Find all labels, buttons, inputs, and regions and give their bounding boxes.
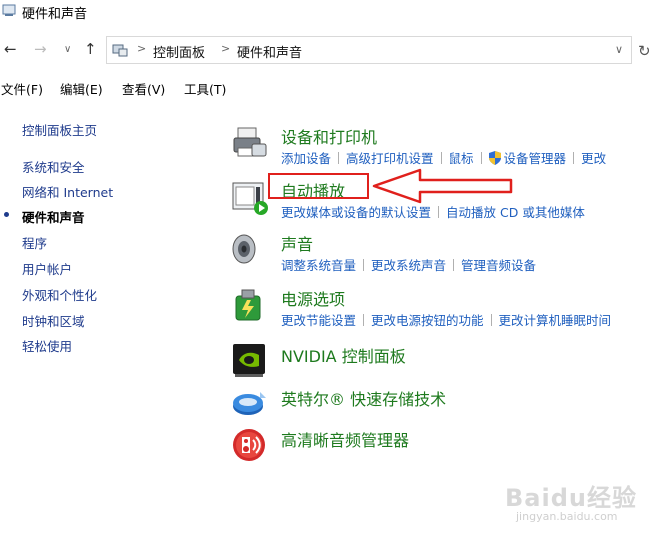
category-links: 调整系统音量 更改系统声音 管理音频设备 bbox=[281, 255, 536, 274]
link-mouse[interactable]: 鼠标 bbox=[449, 151, 474, 166]
category-links: 更改节能设置 更改电源按钮的功能 更改计算机睡眠时间 bbox=[281, 310, 611, 329]
category-title[interactable]: 设备和打印机 bbox=[281, 124, 377, 148]
link-power-saving[interactable]: 更改节能设置 bbox=[281, 313, 356, 328]
menu-edit[interactable]: 编辑(E) bbox=[60, 79, 103, 98]
uac-shield-icon bbox=[488, 151, 501, 165]
sidebar-item-ease-of-access[interactable]: 轻松使用 bbox=[22, 336, 72, 355]
link-adjust-volume[interactable]: 调整系统音量 bbox=[281, 258, 356, 273]
back-arrow-icon[interactable]: ← bbox=[4, 40, 17, 58]
address-bar: ← → ∨ ↑ > 控制面板 > 硬件和声音 ∨ ↻ bbox=[0, 34, 658, 66]
sidebar-item-system-security[interactable]: 系统和安全 bbox=[22, 157, 85, 176]
link-power-button[interactable]: 更改电源按钮的功能 bbox=[371, 313, 484, 328]
watermark-logo: Baidu经验 bbox=[505, 484, 637, 512]
power-icon bbox=[235, 289, 261, 321]
link-divider bbox=[363, 314, 365, 326]
sidebar-item-hardware-sound[interactable]: 硬件和声音 bbox=[22, 207, 85, 226]
address-dropdown-icon[interactable]: ∨ bbox=[615, 43, 623, 56]
speaker-icon bbox=[232, 234, 256, 264]
annotation-highlight-box bbox=[268, 173, 369, 199]
address-field[interactable]: > 控制面板 > 硬件和声音 ∨ bbox=[106, 36, 632, 64]
link-sleep-time[interactable]: 更改计算机睡眠时间 bbox=[499, 313, 612, 328]
annotation-arrow-icon bbox=[372, 168, 513, 204]
autoplay-icon bbox=[232, 182, 268, 215]
link-device-manager[interactable]: 设备管理器 bbox=[504, 151, 567, 166]
audio-manager-icon bbox=[233, 429, 265, 461]
menu-bar: 文件(F) 编辑(E) 查看(V) 工具(T) bbox=[0, 79, 658, 99]
category-title[interactable]: NVIDIA 控制面板 bbox=[281, 343, 406, 367]
link-manage-audio-devices[interactable]: 管理音频设备 bbox=[461, 258, 536, 273]
up-arrow-icon[interactable]: ↑ bbox=[84, 40, 97, 58]
recent-locations-chevron-icon[interactable]: ∨ bbox=[64, 44, 71, 55]
sidebar-item-appearance[interactable]: 外观和个性化 bbox=[22, 285, 97, 304]
refresh-icon[interactable]: ↻ bbox=[638, 42, 651, 60]
link-divider bbox=[338, 152, 340, 164]
link-divider bbox=[440, 152, 442, 164]
category-title[interactable]: 英特尔® 快速存储技术 bbox=[281, 386, 446, 410]
category-title[interactable]: 电源选项 bbox=[281, 286, 345, 310]
breadcrumb-control-panel[interactable]: 控制面板 bbox=[153, 42, 205, 61]
category-title[interactable]: 声音 bbox=[281, 231, 313, 255]
link-advanced-printer[interactable]: 高级打印机设置 bbox=[346, 151, 434, 166]
control-panel-icon bbox=[2, 4, 16, 16]
link-divider bbox=[453, 259, 455, 271]
menu-view[interactable]: 查看(V) bbox=[122, 79, 165, 98]
category-title[interactable]: 高清晰音频管理器 bbox=[281, 427, 409, 451]
link-divider bbox=[573, 152, 575, 164]
breadcrumb-separator-icon: > bbox=[221, 42, 231, 55]
breadcrumb-hardware-sound[interactable]: 硬件和声音 bbox=[237, 42, 302, 61]
sidebar-item-user-accounts[interactable]: 用户帐户 bbox=[22, 259, 72, 278]
link-change-sounds[interactable]: 更改系统声音 bbox=[371, 258, 446, 273]
printer-icon bbox=[233, 127, 267, 157]
menu-tools[interactable]: 工具(T) bbox=[184, 79, 226, 98]
menu-file[interactable]: 文件(F) bbox=[1, 79, 43, 98]
link-autoplay-cd[interactable]: 自动播放 CD 或其他媒体 bbox=[446, 205, 585, 220]
sidebar-item-home[interactable]: 控制面板主页 bbox=[22, 120, 97, 139]
link-add-device[interactable]: 添加设备 bbox=[281, 151, 331, 166]
nvidia-icon bbox=[233, 344, 265, 377]
breadcrumb-separator-icon: > bbox=[137, 42, 147, 55]
active-bullet-icon bbox=[4, 212, 9, 217]
watermark-url: jingyan.baidu.com bbox=[516, 510, 618, 523]
intel-storage-icon bbox=[233, 392, 266, 415]
window-title: 硬件和声音 bbox=[22, 7, 88, 22]
category-links: 添加设备 高级打印机设置 鼠标 设备管理器 更改 bbox=[281, 148, 606, 167]
control-panel-icon bbox=[112, 44, 128, 57]
sidebar-item-programs[interactable]: 程序 bbox=[22, 233, 47, 252]
sidebar-item-network[interactable]: 网络和 Internet bbox=[22, 182, 113, 201]
link-divider bbox=[363, 259, 365, 271]
forward-arrow-icon[interactable]: → bbox=[34, 40, 47, 58]
link-divider bbox=[490, 314, 492, 326]
link-change[interactable]: 更改 bbox=[581, 151, 606, 166]
link-divider bbox=[480, 152, 482, 164]
link-divider bbox=[438, 206, 440, 218]
link-change-media-defaults[interactable]: 更改媒体或设备的默认设置 bbox=[281, 205, 431, 220]
sidebar-item-clock-region[interactable]: 时钟和区域 bbox=[22, 311, 85, 330]
title-bar: 硬件和声音 bbox=[0, 0, 658, 26]
